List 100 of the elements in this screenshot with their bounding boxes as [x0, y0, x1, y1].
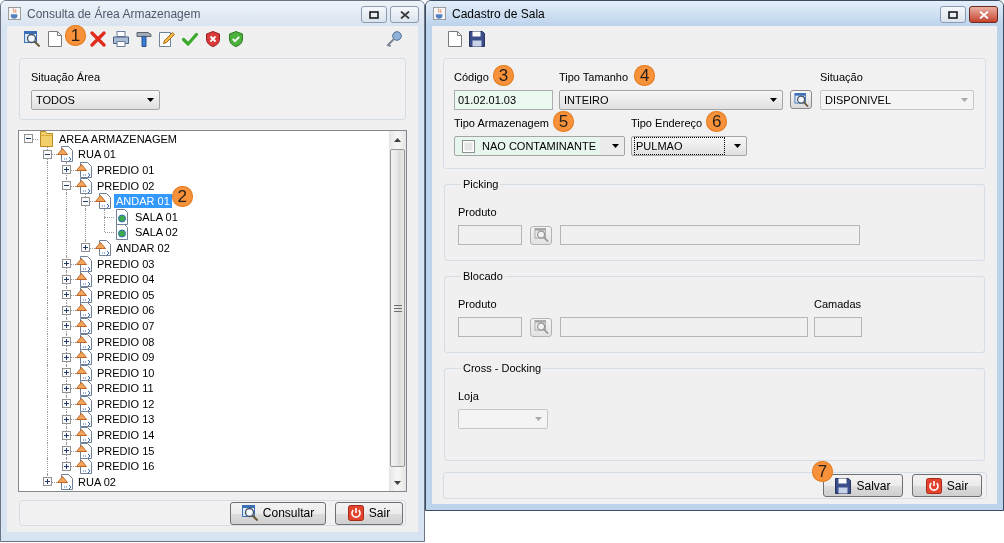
tree-item[interactable]: RUA 01	[76, 147, 118, 162]
tree-item[interactable]: PREDIO 03	[95, 256, 157, 271]
number-badge: 1	[65, 24, 86, 46]
restore-button[interactable]	[361, 6, 387, 23]
roof-document-icon	[76, 411, 92, 428]
expand-icon[interactable]	[62, 165, 71, 175]
scrollbar[interactable]	[389, 131, 406, 491]
roof-document-icon	[76, 364, 92, 381]
restore-button[interactable]	[940, 6, 966, 23]
tree-item[interactable]: RUA 02	[76, 474, 118, 489]
expand-icon[interactable]	[62, 305, 71, 315]
caret-icon	[612, 144, 619, 148]
tree-item[interactable]: PREDIO 11	[95, 381, 156, 396]
tree-item[interactable]: PREDIO 09	[95, 350, 157, 365]
expand-icon[interactable]	[62, 290, 71, 300]
tree-item[interactable]: PREDIO 04	[95, 272, 157, 287]
tree-item[interactable]: PREDIO 10	[95, 365, 157, 380]
close-icon	[399, 10, 410, 19]
tree-item[interactable]: PREDIO 05	[95, 287, 157, 302]
dropdown[interactable]: NAO CONTAMINANTE	[454, 136, 625, 156]
hammer-icon[interactable]	[136, 31, 152, 47]
tree-item[interactable]: PREDIO 16	[95, 459, 157, 474]
key-icon[interactable]	[386, 31, 402, 47]
tree-item[interactable]: PREDIO 06	[95, 303, 157, 318]
close-button[interactable]	[390, 6, 419, 23]
exit-button[interactable]: Sair	[335, 501, 403, 525]
search-icon	[241, 505, 258, 521]
tree-item[interactable]: PREDIO 02	[95, 178, 157, 193]
check-icon[interactable]	[182, 31, 198, 47]
section-title: Cross - Docking	[462, 361, 543, 375]
expand-icon[interactable]	[62, 383, 71, 393]
folder-icon	[38, 131, 54, 147]
tree-item[interactable]: PREDIO 15	[95, 443, 157, 458]
collapse-icon[interactable]	[24, 134, 33, 144]
new-document-icon[interactable]	[447, 31, 463, 47]
window-title: Cadastro de Sala	[452, 6, 545, 21]
close-button[interactable]	[969, 6, 998, 23]
scroll-up-icon[interactable]	[394, 138, 401, 142]
expand-icon[interactable]	[62, 352, 71, 362]
field-label: Camadas	[814, 297, 862, 311]
collapse-icon[interactable]	[43, 149, 52, 159]
section-title: Picking	[462, 177, 500, 191]
globe-document-icon	[114, 208, 130, 225]
tree-item[interactable]: PREDIO 14	[95, 428, 157, 443]
code-field[interactable]: 01.02.01.03	[454, 90, 553, 110]
dropdown[interactable]: INTEIRO	[559, 90, 783, 110]
shield-x-icon[interactable]	[205, 31, 221, 47]
expand-icon[interactable]	[62, 461, 71, 471]
collapse-icon[interactable]	[81, 196, 90, 206]
checkbox[interactable]	[462, 139, 475, 153]
shield-check-icon[interactable]	[228, 31, 244, 47]
expand-icon[interactable]	[62, 259, 71, 269]
roof-document-icon	[95, 239, 111, 256]
scroll-thumb[interactable]	[390, 149, 405, 467]
grip-icon	[393, 304, 402, 312]
scroll-down-icon[interactable]	[394, 481, 401, 485]
tree-item[interactable]: PREDIO 08	[95, 334, 157, 349]
new-document-icon[interactable]	[47, 31, 63, 47]
save-icon	[835, 477, 852, 494]
tree-item[interactable]: PREDIO 13	[95, 412, 157, 427]
save-icon[interactable]	[469, 31, 485, 47]
tree-item[interactable]: PREDIO 12	[95, 396, 157, 411]
search-button[interactable]	[790, 90, 812, 109]
tree-item[interactable]: SALA 02	[133, 225, 180, 240]
field-label: Tipo Endereço	[631, 116, 703, 130]
tree-item[interactable]: AREA ARMAZENAGEM	[57, 131, 179, 146]
tree-item[interactable]: SALA 01	[133, 209, 180, 224]
expand-icon[interactable]	[43, 477, 52, 487]
expand-icon[interactable]	[62, 430, 71, 440]
roof-document-icon	[76, 442, 92, 459]
exit-button[interactable]: Sair	[912, 474, 982, 497]
expand-icon[interactable]	[62, 337, 71, 346]
tree-item[interactable]: ANDAR 02	[114, 240, 172, 255]
expand-icon[interactable]	[62, 274, 71, 284]
roof-document-icon	[76, 395, 92, 412]
expand-icon[interactable]	[62, 415, 71, 424]
roof-document-icon	[76, 302, 92, 319]
dropdown[interactable]: PULMAO	[631, 136, 747, 156]
tree-item[interactable]: PREDIO 07	[95, 318, 157, 333]
save-button[interactable]: Salvar	[823, 474, 903, 497]
expand-icon[interactable]	[62, 399, 71, 409]
search-button[interactable]: Consultar	[230, 501, 326, 525]
roof-document-icon	[95, 193, 111, 210]
section-title: Blocado	[462, 269, 504, 283]
edit-icon[interactable]	[159, 31, 175, 47]
dropdown[interactable]: TODOS	[31, 90, 160, 110]
expand-icon[interactable]	[62, 368, 71, 378]
tree-item[interactable]: PREDIO 01	[95, 163, 157, 177]
delete-icon[interactable]	[90, 31, 106, 47]
collapse-icon[interactable]	[62, 181, 71, 191]
roof-document-icon	[76, 162, 92, 178]
expand-icon[interactable]	[81, 243, 90, 253]
printer-icon[interactable]	[113, 31, 129, 47]
roof-document-icon	[76, 317, 92, 334]
expand-icon[interactable]	[62, 321, 71, 331]
field-label: Código	[454, 70, 489, 84]
number-badge: 2	[171, 185, 193, 207]
search-icon[interactable]	[24, 31, 40, 47]
power-icon	[925, 477, 942, 494]
expand-icon[interactable]	[62, 446, 71, 456]
